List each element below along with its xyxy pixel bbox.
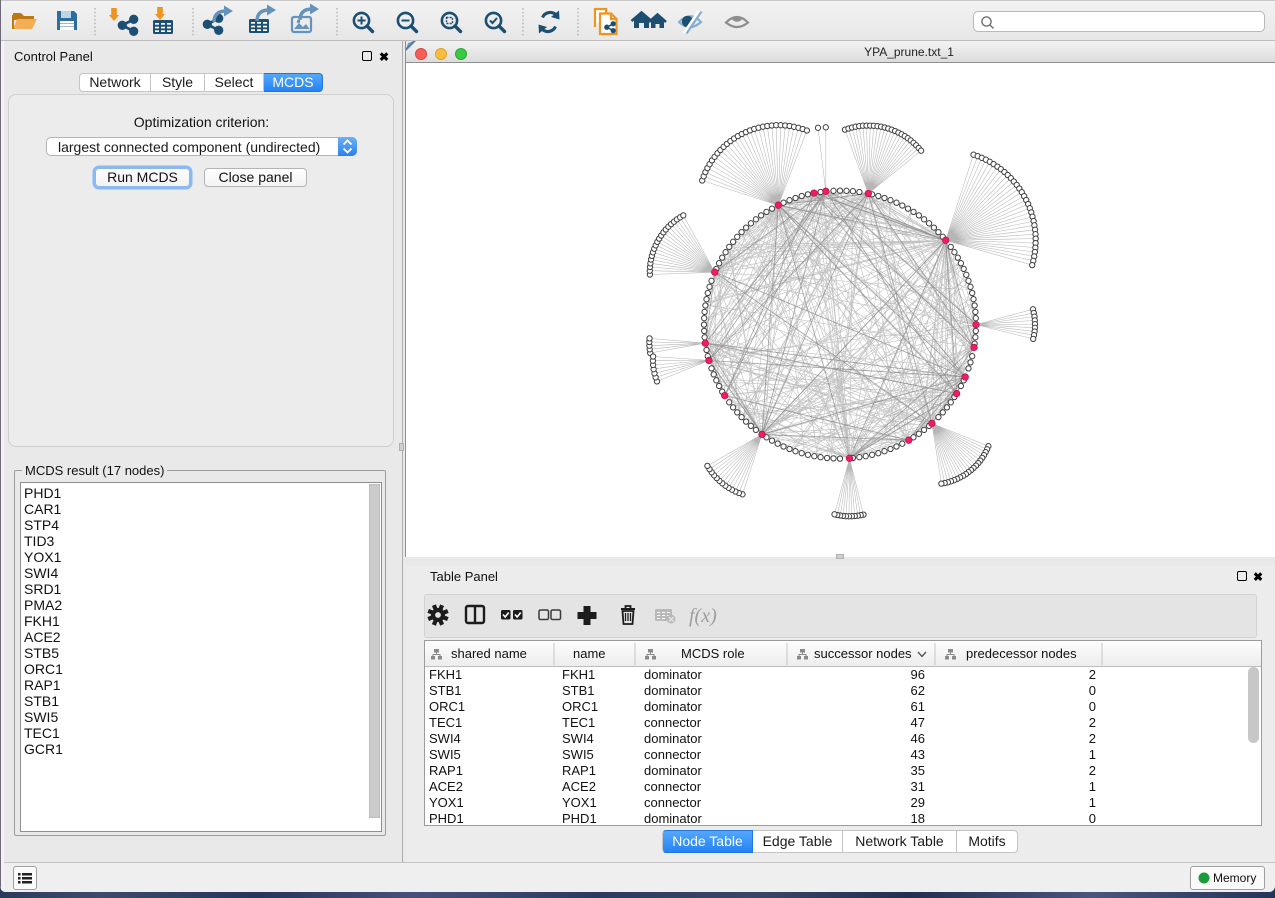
svg-text:Memory: Memory: [1213, 871, 1256, 885]
svg-text:predecessor nodes: predecessor nodes: [966, 646, 1077, 661]
svg-text:shared name: shared name: [451, 646, 527, 661]
svg-text:name: name: [573, 646, 606, 661]
svg-text:successor nodes: successor nodes: [814, 646, 912, 661]
svg-text:MCDS role: MCDS role: [681, 646, 745, 661]
svg-text:f(x): f(x): [689, 605, 717, 627]
